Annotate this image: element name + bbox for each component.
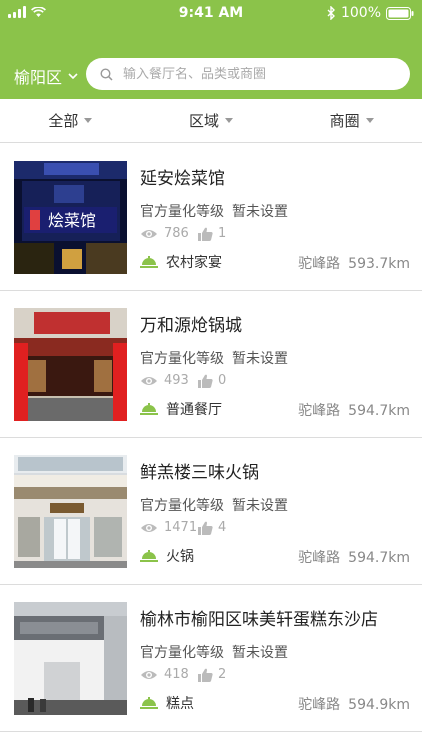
category-label: 糕点 (166, 696, 194, 712)
filter-all[interactable]: 全部 (0, 99, 141, 142)
status-bar: 9:41 AM 100% (0, 0, 422, 26)
filter-label: 全部 (48, 112, 79, 130)
street-name: 驼峰路 (298, 403, 341, 419)
caret-down-icon (225, 118, 234, 123)
grade-label: 官方量化等级 (140, 351, 224, 367)
distance: 593.7km (348, 256, 410, 272)
restaurant-photo (14, 455, 127, 568)
food-tray-icon (140, 697, 158, 709)
restaurant-name: 延安烩菜馆 (140, 169, 225, 189)
location: 驼峰路 594.7km (298, 547, 410, 567)
street-name: 驼峰路 (298, 256, 341, 272)
eye-icon (141, 670, 157, 679)
category: 农村家宴 (140, 252, 222, 272)
battery-icon (386, 6, 414, 20)
view-count: 493 (164, 373, 189, 388)
district-selector[interactable]: 榆阳区 (14, 64, 78, 88)
grade-value: 暂未设置 (232, 498, 288, 514)
category-label: 普通餐厅 (166, 402, 222, 418)
status-right: 100% (327, 5, 414, 21)
district-label: 榆阳区 (14, 68, 63, 87)
eye-icon (141, 523, 157, 532)
view-count: 786 (164, 226, 189, 241)
stats-row: 418 2 (140, 667, 226, 682)
restaurant-name: 鲜羔楼三味火锅 (140, 463, 259, 483)
filter-bar: 全部 区域 商圈 (0, 99, 422, 143)
bluetooth-icon (327, 6, 335, 20)
thumb-up-icon (198, 227, 213, 241)
search-bar[interactable] (86, 58, 410, 90)
thumb-up-icon (198, 668, 213, 682)
battery-percent: 100% (340, 5, 381, 21)
distance: 594.7km (348, 403, 410, 419)
eye-icon (141, 229, 157, 238)
thumb-up-icon (198, 374, 213, 388)
restaurant-item[interactable]: 万和源炝锅城 官方量化等级 暂未设置 493 0 普通餐厅 驼峰路 594.7k… (0, 291, 422, 438)
grade-value: 暂未设置 (232, 645, 288, 661)
view-count: 418 (164, 667, 189, 682)
distance: 594.9km (348, 697, 410, 713)
filter-area[interactable]: 区域 (141, 99, 282, 142)
restaurant-list: 烩菜馆 延安烩菜馆 官方量化等级 暂未设置 786 1 农村家宴 驼峰路 593… (0, 144, 422, 732)
restaurant-name: 万和源炝锅城 (140, 316, 242, 336)
food-tray-icon (140, 403, 158, 415)
restaurant-photo (14, 308, 127, 421)
like-count: 0 (218, 373, 227, 388)
category-label: 农村家宴 (166, 255, 222, 271)
restaurant-name: 榆林市榆阳区味美轩蛋糕东沙店 (140, 610, 378, 630)
stats-row: 786 1 (140, 226, 226, 241)
food-tray-icon (140, 256, 158, 268)
like-count: 2 (218, 667, 227, 682)
thumb-up-icon (198, 521, 213, 535)
header: 9:41 AM 100% 榆阳区 (0, 0, 422, 99)
street-name: 驼峰路 (298, 550, 341, 566)
filter-label: 区域 (189, 112, 220, 130)
restaurant-item[interactable]: 鲜羔楼三味火锅 官方量化等级 暂未设置 1471 4 火锅 驼峰路 594.7k… (0, 438, 422, 585)
view-count: 1471 (164, 520, 198, 535)
restaurant-item[interactable]: 榆林市榆阳区味美轩蛋糕东沙店 官方量化等级 暂未设置 418 2 糕点 驼峰路 … (0, 585, 422, 732)
category: 普通餐厅 (140, 399, 222, 419)
grade-value: 暂未设置 (232, 204, 288, 220)
stats-row: 1471 4 (140, 520, 226, 535)
distance: 594.7km (348, 550, 410, 566)
location: 驼峰路 594.9km (298, 694, 410, 714)
grade-label: 官方量化等级 (140, 204, 224, 220)
like-count: 1 (218, 226, 227, 241)
caret-down-icon (84, 118, 93, 123)
filter-label: 商圈 (329, 112, 360, 130)
grade-info: 官方量化等级 暂未设置 (140, 348, 288, 368)
grade-info: 官方量化等级 暂未设置 (140, 642, 288, 662)
category: 火锅 (140, 546, 194, 566)
grade-value: 暂未设置 (232, 351, 288, 367)
chevron-down-icon (68, 72, 78, 79)
location: 驼峰路 593.7km (298, 253, 410, 273)
grade-label: 官方量化等级 (140, 645, 224, 661)
like-count: 4 (218, 520, 227, 535)
search-icon (100, 67, 113, 81)
shop-sign-text: 烩菜馆 (48, 211, 96, 230)
grade-info: 官方量化等级 暂未设置 (140, 495, 288, 515)
eye-icon (141, 376, 157, 385)
food-tray-icon (140, 550, 158, 562)
restaurant-photo (14, 602, 127, 715)
stats-row: 493 0 (140, 373, 226, 388)
street-name: 驼峰路 (298, 697, 341, 713)
grade-info: 官方量化等级 暂未设置 (140, 201, 288, 221)
caret-down-icon (365, 118, 374, 123)
grade-label: 官方量化等级 (140, 498, 224, 514)
restaurant-photo: 烩菜馆 (14, 161, 127, 274)
restaurant-item[interactable]: 烩菜馆 延安烩菜馆 官方量化等级 暂未设置 786 1 农村家宴 驼峰路 593… (0, 144, 422, 291)
location: 驼峰路 594.7km (298, 400, 410, 420)
search-input[interactable] (123, 66, 383, 82)
category: 糕点 (140, 693, 194, 713)
category-label: 火锅 (166, 549, 194, 565)
filter-business-district[interactable]: 商圈 (281, 99, 422, 142)
